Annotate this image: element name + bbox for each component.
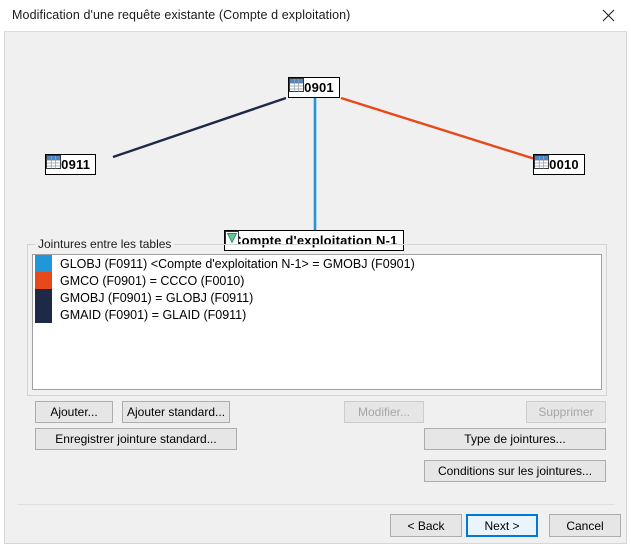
- join-text: GLOBJ (F0911) <Compte d'exploitation N-1…: [60, 256, 415, 271]
- join-color-swatch: [35, 306, 52, 323]
- ajouter-standard-button[interactable]: Ajouter standard...: [122, 401, 230, 423]
- joins-groupbox-label: Jointures entre les tables: [35, 237, 175, 251]
- edge-navy: [112, 96, 287, 159]
- join-text: GMAID (F0901) = GLAID (F0911): [60, 307, 247, 322]
- close-icon[interactable]: [586, 0, 631, 31]
- next-button[interactable]: Next >: [466, 514, 538, 537]
- conditions-sur-les-jointures-button[interactable]: Conditions sur les jointures...: [424, 460, 606, 482]
- join-text: GMOBJ (F0901) = GLOBJ (F0911): [60, 290, 254, 305]
- modifier-button: Modifier...: [344, 401, 424, 423]
- list-item[interactable]: GMOBJ (F0901) = GLOBJ (F0911): [33, 289, 601, 306]
- title-bar: Modification d'une requête existante (Co…: [0, 0, 631, 31]
- diagram-edges: [112, 96, 536, 231]
- join-text: GMCO (F0901) = CCCO (F0010): [60, 273, 245, 288]
- diagram-node-f0911[interactable]: F0911: [45, 154, 97, 175]
- cancel-button[interactable]: Cancel: [549, 514, 621, 537]
- list-item[interactable]: GLOBJ (F0911) <Compte d'exploitation N-1…: [33, 255, 601, 272]
- diagram-node-f0010[interactable]: F0010: [533, 154, 585, 175]
- diagram-node-f0901[interactable]: F0901: [288, 77, 340, 98]
- ajouter-button[interactable]: Ajouter...: [35, 401, 113, 423]
- type-de-jointures-button[interactable]: Type de jointures...: [424, 428, 606, 450]
- supprimer-button: Supprimer: [526, 401, 606, 423]
- list-item[interactable]: GMAID (F0901) = GLAID (F0911): [33, 306, 601, 323]
- edge-orange: [340, 96, 536, 161]
- dialog-body: F0901 F0911 F0010 Compte d'exploitation …: [4, 31, 627, 544]
- back-button[interactable]: < Back: [390, 514, 462, 537]
- footer-separator: [17, 504, 615, 505]
- enregistrer-jointure-standard-button[interactable]: Enregistrer jointure standard...: [35, 428, 237, 450]
- join-color-swatch: [35, 255, 52, 272]
- join-color-swatch: [35, 272, 52, 289]
- list-item[interactable]: GMCO (F0901) = CCCO (F0010): [33, 272, 601, 289]
- join-diagram: F0901 F0911 F0010 Compte d'exploitation …: [5, 32, 626, 251]
- joins-list[interactable]: GLOBJ (F0911) <Compte d'exploitation N-1…: [32, 254, 602, 390]
- page-title: Modification d'une requête existante (Co…: [12, 8, 351, 22]
- join-color-swatch: [35, 289, 52, 306]
- dialog-window: Modification d'une requête existante (Co…: [0, 0, 631, 548]
